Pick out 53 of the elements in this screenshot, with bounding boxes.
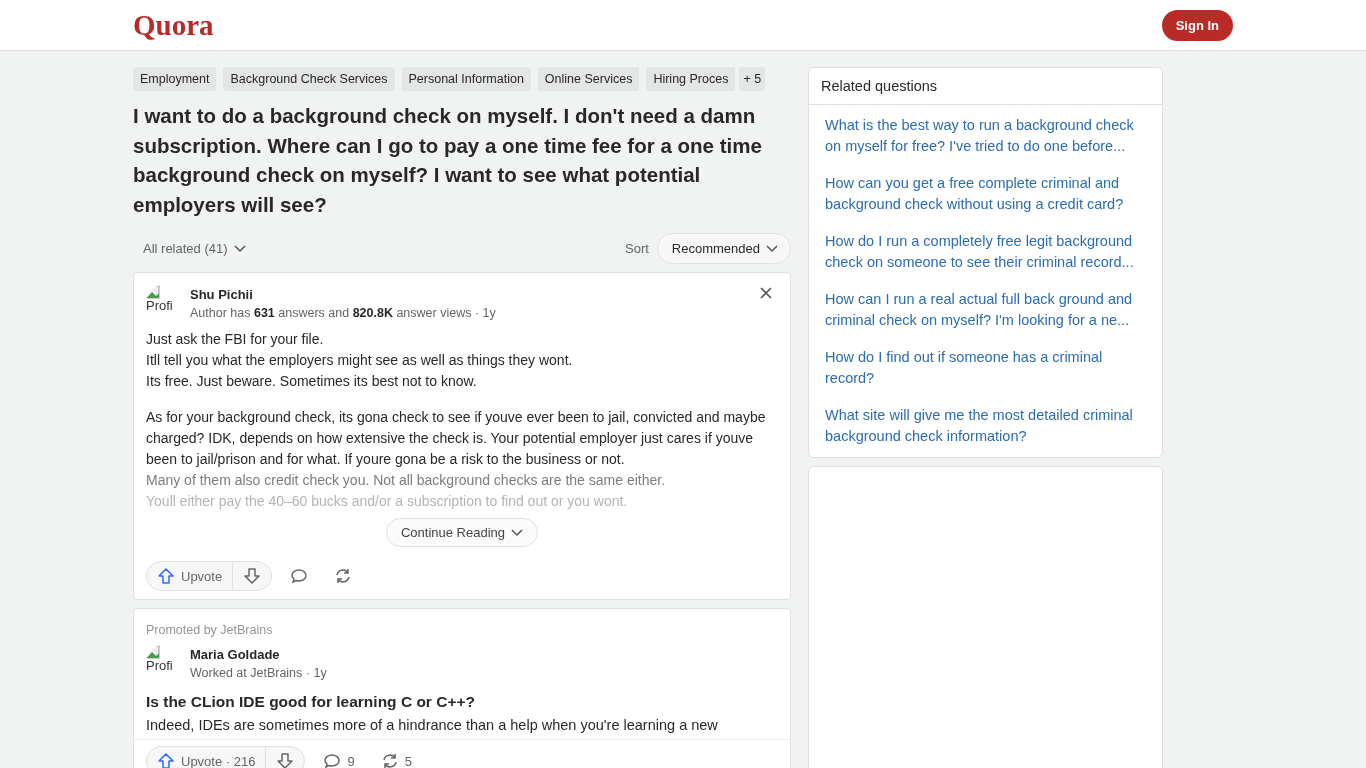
upvote-button[interactable]: Upvote · 216 — [147, 747, 267, 768]
answer-text: Many of them also credit check you. Not all background checks are the same either. — [146, 471, 667, 490]
upvote-icon — [157, 752, 175, 768]
share-button[interactable]: 5 — [372, 747, 420, 768]
question-title: I want to do a background check on myself. I don't need a damn subscription. Where can I go to pay a one time fee for a one time background check on myself? I want to see what potential employers will see? — [133, 103, 763, 218]
author-name[interactable]: Maria Goldade — [190, 647, 327, 662]
answer-text: Just ask the FBI for your file. — [146, 330, 325, 349]
promoted-question-title[interactable]: Is the CLion IDE good for learning C or C++? — [146, 693, 778, 711]
sort-dropdown[interactable]: Recommended — [656, 233, 791, 264]
related-question-link[interactable]: How can you get a free complete criminal and background check without using a credit card? — [825, 173, 1150, 215]
answer-text: Itll tell you what the employers might see as well as things they wont. — [146, 351, 574, 370]
promoted-excerpt: Indeed, IDEs are sometimes more of a hindrance than a help when you're learning a new — [146, 717, 719, 733]
topic-tag[interactable]: Employment — [133, 67, 217, 91]
related-question-link[interactable]: What is the best way to run a background check on myself for free? I've tried to do one before... — [825, 115, 1150, 157]
downvote-icon — [243, 567, 262, 585]
sign-in-button[interactable]: Sign In — [1161, 9, 1233, 41]
related-question-link[interactable]: What site will give me the most detailed criminal background check information? — [825, 405, 1150, 447]
comment-icon — [290, 567, 309, 585]
broken-image-icon — [146, 285, 160, 299]
topic-tag[interactable]: Personal Information — [401, 67, 531, 91]
avatar-alt-text: Profi — [146, 299, 173, 313]
author-credentials: Author has 631 answers and 820.8K answer views · 1y — [190, 306, 496, 320]
related-question-link[interactable]: How do I find out if someone has a criminal record? — [825, 347, 1150, 389]
sort-label: Sort — [625, 241, 649, 256]
avatar-alt-text: Profi — [146, 659, 173, 673]
panel-title: Related questions — [809, 68, 1162, 105]
close-icon — [760, 287, 772, 299]
all-related-dropdown[interactable]: All related (41) — [133, 241, 256, 256]
related-question-link[interactable]: How can I run a real actual full back ground and criminal check on myself? I'm looking for a ne... — [825, 289, 1150, 331]
chevron-icon — [766, 244, 778, 253]
chevron-icon — [233, 244, 246, 253]
topic-tag[interactable]: Online Services — [537, 67, 640, 91]
share-icon — [380, 752, 399, 768]
upvote-icon — [157, 567, 175, 585]
downvote-icon — [276, 752, 295, 768]
chevron-icon — [511, 528, 524, 537]
more-topics-tag[interactable]: + 5 — [739, 67, 766, 91]
answer-text: Its free. Just beware. Sometimes its best not to know. — [146, 372, 478, 391]
share-icon — [334, 567, 353, 585]
answer-text: Youll either pay the 40–60 bucks and/or a subscription to find out or you wont. — [146, 492, 629, 511]
topic-tag[interactable]: Hiring Proces — [646, 67, 736, 91]
topic-tag[interactable]: Background Check Services — [223, 67, 395, 91]
related-question-link[interactable]: How do I run a completely free legit background check on someone to see their criminal record... — [825, 231, 1150, 273]
broken-image-icon — [146, 645, 160, 659]
comment-icon — [323, 752, 342, 768]
comment-button[interactable]: 9 — [315, 747, 363, 768]
continue-reading-button[interactable]: Continue Reading — [385, 518, 539, 547]
answer-text: As for your background check, its gona check to see if youve ever been to jail, convicted and maybe charged? IDK, depends on how extensive the check is. Your potential employer just cares if youve been to jail/prison and for what. If youre gona be a risk to the business or not. — [146, 408, 767, 469]
author-credentials: Worked at JetBrains · 1y — [190, 666, 327, 680]
upvote-button[interactable]: Upvote — [147, 562, 234, 590]
quora-logo[interactable]: Quora — [133, 8, 214, 42]
promoted-label: Promoted by JetBrains — [146, 623, 274, 637]
author-name[interactable]: Shu Pichii — [190, 287, 496, 302]
